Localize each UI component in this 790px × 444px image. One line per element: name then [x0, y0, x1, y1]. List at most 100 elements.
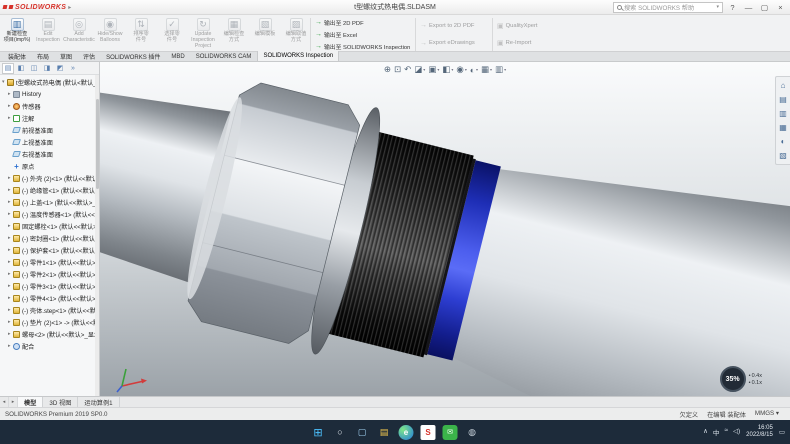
export-2d-pdf-button[interactable]: → 输出至 2D PDF	[315, 18, 411, 28]
tree-item[interactable]: History	[0, 88, 99, 100]
doc-tab-nav-arrow-icon[interactable]: ◂	[0, 397, 9, 407]
menu-caret-icon[interactable]: ▸	[68, 4, 71, 11]
update-inspection-project-button[interactable]: ↻ Update Inspection Project	[188, 16, 218, 50]
document-tab[interactable]: 模型	[18, 397, 43, 407]
add-characteristic-button[interactable]: ◎ Add Characteristic	[64, 16, 94, 50]
volume-icon[interactable]: ◁)	[733, 427, 740, 437]
tree-item[interactable]: 固定螺栓<1> (默认<<默认>_显示状	[0, 220, 99, 232]
edge-icon[interactable]: e	[399, 425, 414, 440]
tree-item[interactable]: (-) 壳体.step<1> (默认<<默认>_...	[0, 304, 99, 316]
command-tab[interactable]: 评估	[78, 52, 101, 61]
settings-icon[interactable]: ◍	[465, 425, 480, 440]
command-tab[interactable]: 草图	[55, 52, 78, 61]
dimxpertmanager-tab-icon[interactable]: ◨	[41, 63, 53, 74]
close-button[interactable]: ×	[774, 3, 787, 12]
re-import-button[interactable]: ▣ Re-Import	[497, 38, 551, 48]
apply-scene-icon[interactable]: ▦	[481, 64, 492, 75]
view-settings-icon[interactable]: ▥	[495, 64, 506, 75]
qualityxpert-button[interactable]: ▣ QualityXpert	[497, 21, 551, 31]
sort-balloons-button[interactable]: ⇅ 排序零 件号	[126, 16, 156, 50]
start-icon[interactable]: ⊞	[311, 425, 326, 440]
new-inspection-project-button[interactable]: ▥ 新建检查 项目(imp%)	[2, 16, 32, 50]
file-explorer-pane-icon[interactable]: ▥	[776, 107, 790, 120]
chat-icon[interactable]: ✉	[443, 425, 458, 440]
search-caret-icon[interactable]: ▾	[716, 4, 719, 10]
search-input[interactable]: 搜索 SOLIDWORKS 帮助 ▾	[613, 2, 723, 13]
export-to-2d-pdf-button[interactable]: → Export to 2D PDF	[420, 21, 488, 31]
solidworks-resources-icon[interactable]: ⌂	[776, 79, 790, 92]
tree-item[interactable]: (-) 垫片 (2)<1> -> (默认<<默认>	[0, 316, 99, 328]
tree-item[interactable]: t型螺纹式热电偶 (默认<默认_显示状态-1	[0, 76, 99, 88]
solidworks-icon[interactable]: S	[421, 425, 436, 440]
file-explorer-icon[interactable]: ▤	[377, 425, 392, 440]
tree-item[interactable]: (-) 零件4<1> (默认<<默认>_显示状	[0, 292, 99, 304]
status-item[interactable]: 欠定义	[680, 410, 699, 419]
tree-item[interactable]: (-) 零件1<1> (默认<<默认>_显示状态	[0, 256, 99, 268]
tree-item[interactable]: 上视基准面	[0, 136, 99, 148]
export-edrawings-button[interactable]: → Export eDrawings	[420, 38, 488, 48]
tree-item[interactable]: (-) 外壳 (2)<1> (默认<<默认>_显示状	[0, 172, 99, 184]
display-style-icon[interactable]: ◧	[442, 64, 453, 75]
edit-inspection-button[interactable]: ▤ Edit Inspection	[33, 16, 63, 50]
featuremanager-tab-icon[interactable]: ▤	[2, 63, 14, 74]
hide-show-items-icon[interactable]: ◉	[456, 64, 466, 75]
document-tab[interactable]: 3D 视图	[43, 397, 78, 407]
tree-item[interactable]: (-) 上盖<1> (默认<<默认>_显...	[0, 196, 99, 208]
tree-item[interactable]: 原点	[0, 160, 99, 172]
pick-balloons-button[interactable]: ✓ 选择零 件号	[157, 16, 187, 50]
doc-tab-nav-arrow-icon[interactable]: ▸	[9, 397, 18, 407]
configurationmanager-tab-icon[interactable]: ◫	[28, 63, 40, 74]
graphics-viewport[interactable]: ⊕ ⊡ ↶ ◪ ▣	[100, 62, 790, 396]
viewport-3d-scene[interactable]	[100, 62, 790, 396]
document-tab[interactable]: 运动算例1	[78, 397, 119, 407]
edit-inspection-method-button[interactable]: ▦ 编辑检查 方式	[219, 16, 249, 50]
displaymanager-tab-icon[interactable]: ◩	[54, 63, 66, 74]
command-tab[interactable]: SOLIDWORKS 插件	[101, 52, 166, 61]
zoom-area-icon[interactable]: ⊡	[394, 64, 401, 75]
custom-properties-icon[interactable]: ▧	[776, 149, 790, 162]
command-tab[interactable]: MBD	[166, 52, 190, 61]
pane-expand-icon[interactable]: »	[67, 63, 79, 74]
command-tab[interactable]: 装配体	[3, 52, 32, 61]
edit-appearance-icon[interactable]: ◐	[470, 65, 478, 75]
status-item[interactable]: 在编辑 装配体	[707, 410, 746, 419]
minimize-button[interactable]: —	[742, 3, 755, 12]
section-view-icon[interactable]: ◪	[414, 64, 425, 75]
zoom-fit-icon[interactable]: ⊕	[384, 64, 391, 75]
tree-item[interactable]: 右视基准面	[0, 148, 99, 160]
tree-item[interactable]: 前视基准面	[0, 124, 99, 136]
search-icon[interactable]: ○	[333, 425, 348, 440]
network-icon[interactable]: ≈	[724, 427, 728, 437]
tree-item[interactable]: 螺母<2> (默认<<默认>_显示状	[0, 328, 99, 340]
notification-center-icon[interactable]: ▭	[779, 428, 785, 436]
edit-value-method-button[interactable]: ▨ 编辑取值 方式	[281, 16, 311, 50]
tree-item[interactable]: 配合	[0, 340, 99, 352]
hide-show-balloons-button[interactable]: ◉ Hide/Show Balloons	[95, 16, 125, 50]
restore-button[interactable]: ▢	[758, 3, 771, 12]
tray-chevron-icon[interactable]: ∧	[703, 427, 708, 437]
tree-item[interactable]: (-) 零件3<1> (默认<<默认>...	[0, 280, 99, 292]
design-library-icon[interactable]: ▤	[776, 93, 790, 106]
tree-scrollbar-thumb[interactable]	[96, 99, 99, 189]
propertymanager-tab-icon[interactable]: ◧	[15, 63, 27, 74]
tree-item[interactable]: (-) 零件2<1> (默认<<默认>_...	[0, 268, 99, 280]
view-orientation-icon[interactable]: ▣	[428, 64, 439, 75]
tree-item[interactable]: (-) 绝缘管<1> (默认<<默认>_显示	[0, 184, 99, 196]
task-view-icon[interactable]: ▢	[355, 425, 370, 440]
previous-view-icon[interactable]: ↶	[404, 64, 411, 75]
ime-indicator[interactable]: 中	[713, 427, 720, 437]
export-inspection-project-button[interactable]: → 输出至 SOLIDWORKS Inspection 项目	[315, 41, 411, 51]
tree-item[interactable]: (-) 温度传感器<1> (默认<<默...	[0, 208, 99, 220]
status-item[interactable]: MMGS ▾	[755, 410, 779, 419]
command-tab[interactable]: SOLIDWORKS CAM	[191, 52, 258, 61]
appearances-icon[interactable]: ◐	[776, 135, 790, 148]
view-palette-icon[interactable]: ▦	[776, 121, 790, 134]
tree-item[interactable]: 传感器	[0, 100, 99, 112]
tree-item[interactable]: (-) 密封圈<1> (默认<<默认>_...	[0, 232, 99, 244]
tree-scrollbar[interactable]	[95, 75, 99, 396]
export-excel-button[interactable]: → 输出至 Excel	[315, 29, 411, 39]
command-tab[interactable]: 布局	[32, 52, 55, 61]
edit-template-button[interactable]: ▧ 编辑模板	[250, 16, 280, 50]
tree-item[interactable]: 注解	[0, 112, 99, 124]
performance-badge[interactable]: 35% 0.4x 0.1x	[720, 366, 762, 392]
